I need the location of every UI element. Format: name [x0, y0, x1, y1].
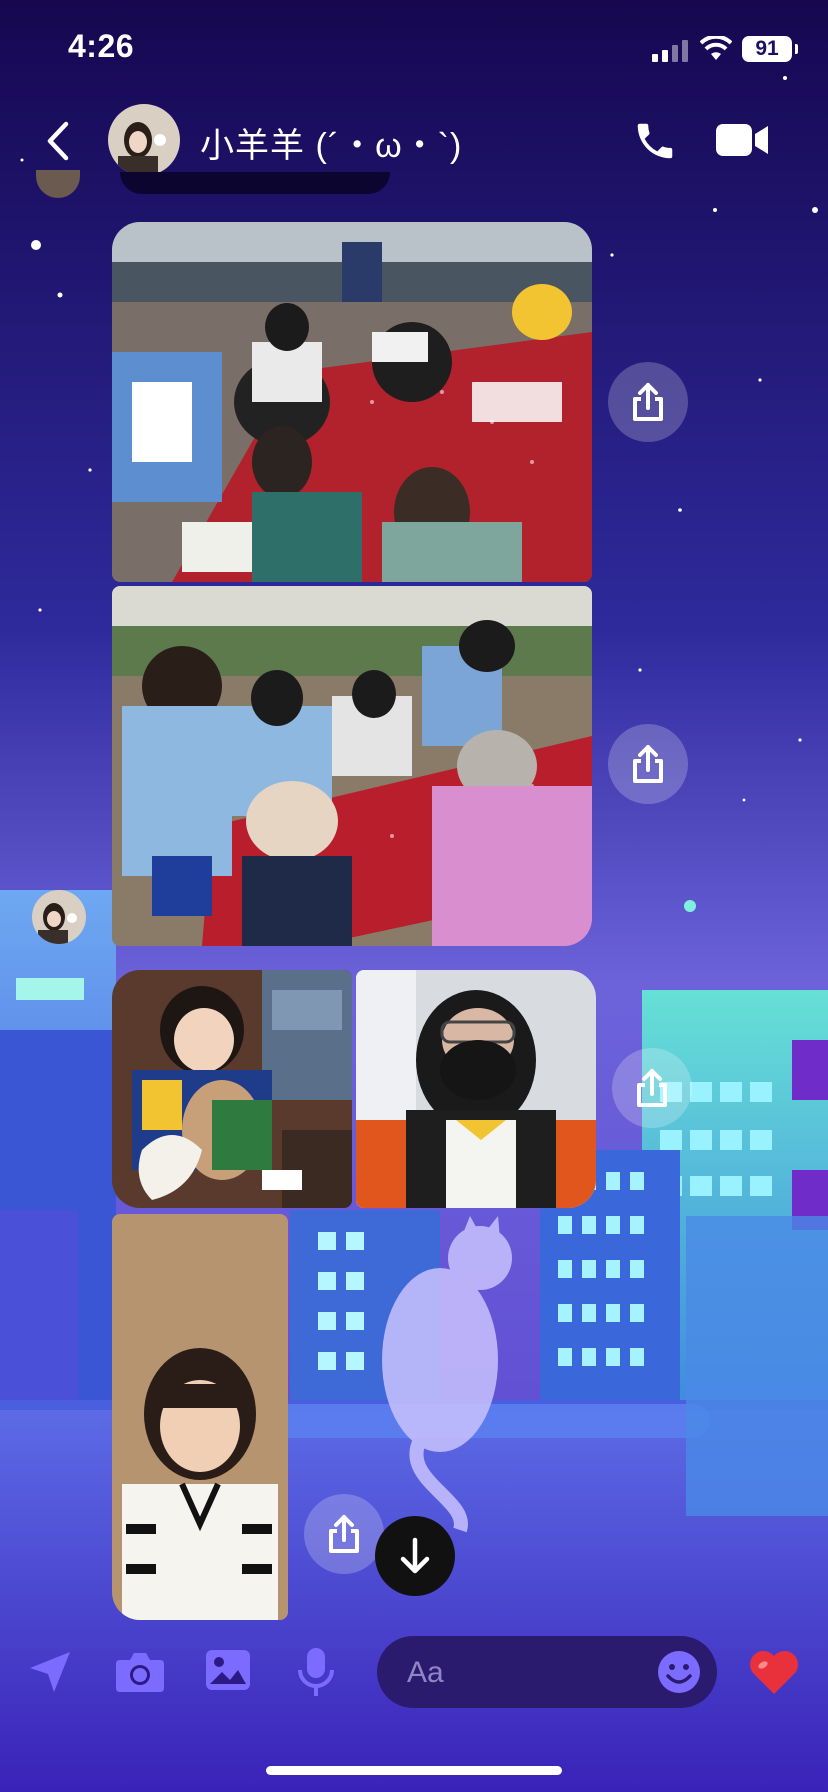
heart-icon[interactable]: [748, 1650, 800, 1696]
back-chevron-icon[interactable]: [44, 120, 72, 162]
sender-avatar[interactable]: [32, 890, 86, 944]
photo-message[interactable]: [112, 970, 352, 1208]
share-icon: [633, 383, 663, 421]
video-call-icon[interactable]: [716, 120, 770, 160]
photo-message[interactable]: [112, 1214, 288, 1620]
contact-avatar[interactable]: [108, 104, 180, 176]
message-input-placeholder: Aa: [407, 1656, 444, 1689]
phone-call-icon[interactable]: [632, 118, 678, 164]
location-arrow-icon[interactable]: [26, 1648, 74, 1696]
share-button[interactable]: [608, 362, 688, 442]
wifi-icon: [700, 36, 732, 60]
battery-indicator: 91: [742, 36, 798, 62]
status-time: 4:26: [68, 28, 135, 64]
share-icon: [329, 1515, 359, 1553]
share-button[interactable]: [612, 1048, 692, 1128]
microphone-icon[interactable]: [296, 1646, 336, 1698]
share-button[interactable]: [304, 1494, 384, 1574]
signal-icon: [652, 40, 688, 62]
share-icon: [633, 745, 663, 783]
photo-message[interactable]: [112, 586, 592, 946]
camera-icon[interactable]: [114, 1650, 166, 1694]
scroll-to-bottom-button[interactable]: [375, 1516, 455, 1596]
share-icon: [637, 1069, 667, 1107]
home-indicator: [266, 1766, 562, 1775]
image-gallery-icon[interactable]: [204, 1648, 252, 1692]
emoji-icon[interactable]: [657, 1650, 701, 1694]
photo-message[interactable]: [356, 970, 596, 1208]
message-input[interactable]: Aa: [377, 1636, 717, 1708]
contact-name[interactable]: 小羊羊 (´・ω・`): [200, 118, 462, 167]
share-button[interactable]: [608, 724, 688, 804]
arrow-down-icon: [400, 1537, 430, 1574]
photo-message[interactable]: [112, 222, 592, 582]
previous-message-bubble: [120, 172, 390, 194]
